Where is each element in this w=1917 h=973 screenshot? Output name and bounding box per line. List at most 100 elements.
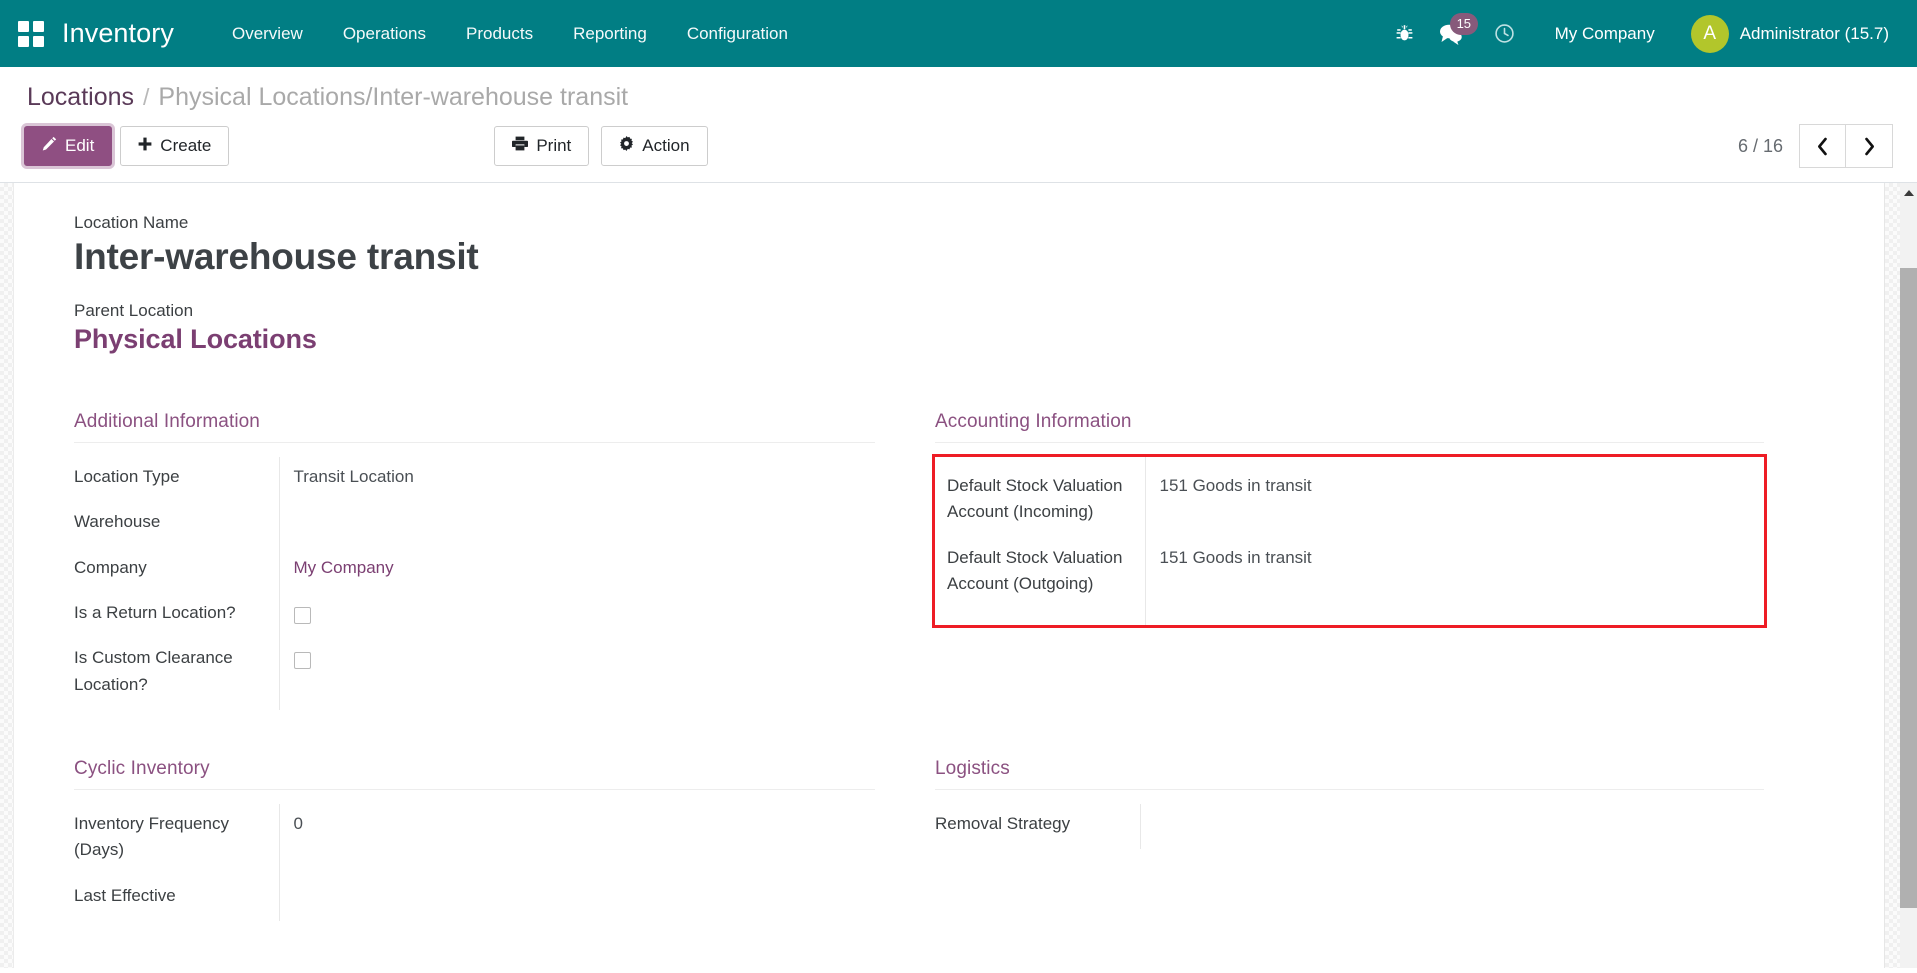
value-inventory-frequency[interactable]: 0 <box>279 804 875 876</box>
value-last-effective[interactable] <box>279 876 875 921</box>
chevron-right-icon[interactable] <box>1846 124 1893 168</box>
control-panel: Locations / Physical Locations/Inter-war… <box>0 67 1917 183</box>
group-title-additional-information: Additional Information <box>74 411 875 443</box>
accounting-information-highlight-box: Default Stock Valuation Account (Incomin… <box>935 457 1764 625</box>
apps-grid-square <box>33 21 44 32</box>
label-inventory-frequency: Inventory Frequency (Days) <box>74 804 279 876</box>
label-stock-valuation-incoming: Default Stock Valuation Account (Incomin… <box>935 457 1145 538</box>
create-button-label: Create <box>160 135 211 157</box>
menu-item-configuration[interactable]: Configuration <box>667 14 808 54</box>
printer-icon <box>512 135 528 157</box>
record-pager: 6 / 16 <box>1738 124 1893 168</box>
value-stock-valuation-incoming[interactable]: 151 Goods in transit <box>1145 457 1764 538</box>
value-warehouse[interactable] <box>279 502 875 547</box>
location-name-group: Location Name Inter-warehouse transit <box>74 213 1764 279</box>
label-removal-strategy: Removal Strategy <box>935 804 1140 849</box>
cyclic-inventory-fields: Inventory Frequency (Days) 0 Last Effect… <box>74 804 875 921</box>
field-row-is-return-location: Is a Return Location? <box>74 593 875 638</box>
apps-grid-square <box>18 36 29 47</box>
create-button[interactable]: Create <box>120 126 229 166</box>
pager-buttons <box>1799 124 1893 168</box>
main-menu: Overview Operations Products Reporting C… <box>212 14 808 54</box>
menu-item-overview[interactable]: Overview <box>212 14 323 54</box>
action-button[interactable]: Action <box>601 126 707 166</box>
avatar: A <box>1691 15 1729 53</box>
vertical-scrollbar[interactable] <box>1884 183 1917 968</box>
app-brand-inventory[interactable]: Inventory <box>62 18 174 49</box>
chevron-left-icon[interactable] <box>1799 124 1846 168</box>
bug-icon[interactable] <box>1385 14 1425 54</box>
breadcrumb-separator: / <box>143 84 149 111</box>
top-navbar: Inventory Overview Operations Products R… <box>0 0 1917 67</box>
checkbox-is-return-location[interactable] <box>294 607 311 624</box>
value-company[interactable]: My Company <box>279 548 875 593</box>
menu-item-reporting[interactable]: Reporting <box>553 14 667 54</box>
field-row-stock-valuation-outgoing: Default Stock Valuation Account (Outgoin… <box>935 538 1764 626</box>
label-is-custom-clearance-location: Is Custom Clearance Location? <box>74 638 279 710</box>
group-accounting-information: Accounting Information Default Stock Val… <box>919 411 1764 710</box>
apps-grid-square <box>18 21 29 32</box>
chat-bubble-icon[interactable]: 15 <box>1431 14 1471 54</box>
group-title-cyclic-inventory: Cyclic Inventory <box>74 758 875 790</box>
value-stock-valuation-outgoing[interactable]: 151 Goods in transit <box>1145 538 1764 626</box>
group-title-accounting-information: Accounting Information <box>935 411 1764 443</box>
print-button[interactable]: Print <box>494 126 589 166</box>
checkbox-is-custom-clearance-location[interactable] <box>294 652 311 669</box>
group-additional-information: Additional Information Location Type Tra… <box>74 411 919 710</box>
field-row-is-custom-clearance-location: Is Custom Clearance Location? <box>74 638 875 710</box>
edit-button-label: Edit <box>65 135 94 157</box>
left-gutter <box>0 183 14 968</box>
company-switcher[interactable]: My Company <box>1539 16 1671 52</box>
field-row-location-type: Location Type Transit Location <box>74 457 875 502</box>
label-location-type: Location Type <box>74 457 279 502</box>
label-warehouse: Warehouse <box>74 502 279 547</box>
parent-location-value[interactable]: Physical Locations <box>74 323 1764 355</box>
action-button-label: Action <box>642 135 689 157</box>
gear-icon <box>619 135 634 157</box>
field-row-inventory-frequency: Inventory Frequency (Days) 0 <box>74 804 875 876</box>
field-row-last-effective: Last Effective <box>74 876 875 921</box>
apps-grid-square <box>33 36 44 47</box>
location-name-value: Inter-warehouse transit <box>74 235 1764 279</box>
user-menu[interactable]: A Administrator (15.7) <box>1687 11 1895 57</box>
field-row-removal-strategy: Removal Strategy <box>935 804 1764 849</box>
scrollbar-thumb[interactable] <box>1900 268 1917 908</box>
pager-counter: 6 / 16 <box>1738 136 1783 157</box>
group-cyclic-inventory: Cyclic Inventory Inventory Frequency (Da… <box>74 758 919 921</box>
breadcrumb: Locations / Physical Locations/Inter-war… <box>0 67 1917 118</box>
breadcrumb-root-locations[interactable]: Locations <box>27 83 134 112</box>
form-sheet: Location Name Inter-warehouse transit Pa… <box>14 183 1884 968</box>
location-name-label: Location Name <box>74 213 1764 233</box>
label-last-effective: Last Effective <box>74 876 279 921</box>
edit-button[interactable]: Edit <box>24 126 112 166</box>
upper-groups: Additional Information Location Type Tra… <box>74 411 1764 710</box>
breadcrumb-current-record: Physical Locations/Inter-warehouse trans… <box>158 83 628 112</box>
additional-information-fields: Location Type Transit Location Warehouse… <box>74 457 875 710</box>
group-title-logistics: Logistics <box>935 758 1764 790</box>
apps-grid-icon[interactable] <box>18 21 44 47</box>
field-row-warehouse: Warehouse <box>74 502 875 547</box>
user-name-label: Administrator (15.7) <box>1740 24 1889 44</box>
menu-item-operations[interactable]: Operations <box>323 14 446 54</box>
label-stock-valuation-outgoing: Default Stock Valuation Account (Outgoin… <box>935 538 1145 626</box>
parent-location-group: Parent Location Physical Locations <box>74 301 1764 355</box>
label-is-return-location: Is a Return Location? <box>74 593 279 638</box>
record-body: Location Name Inter-warehouse transit Pa… <box>0 183 1917 968</box>
print-button-label: Print <box>536 135 571 157</box>
lower-groups: Cyclic Inventory Inventory Frequency (Da… <box>74 758 1764 921</box>
value-removal-strategy[interactable] <box>1140 804 1764 849</box>
label-company: Company <box>74 548 279 593</box>
group-logistics: Logistics Removal Strategy <box>919 758 1764 921</box>
navbar-right-group: 15 My Company A Administrator (15.7) <box>1385 11 1895 57</box>
field-row-company: Company My Company <box>74 548 875 593</box>
message-count-badge: 15 <box>1450 13 1478 35</box>
triangle-up-icon[interactable] <box>1900 185 1917 201</box>
field-row-stock-valuation-incoming: Default Stock Valuation Account (Incomin… <box>935 457 1764 538</box>
logistics-fields: Removal Strategy <box>935 804 1764 849</box>
menu-item-products[interactable]: Products <box>446 14 553 54</box>
parent-location-label: Parent Location <box>74 301 1764 321</box>
pencil-icon <box>42 135 57 157</box>
plus-icon <box>138 135 152 157</box>
clock-icon[interactable] <box>1485 14 1525 54</box>
value-location-type[interactable]: Transit Location <box>279 457 875 502</box>
